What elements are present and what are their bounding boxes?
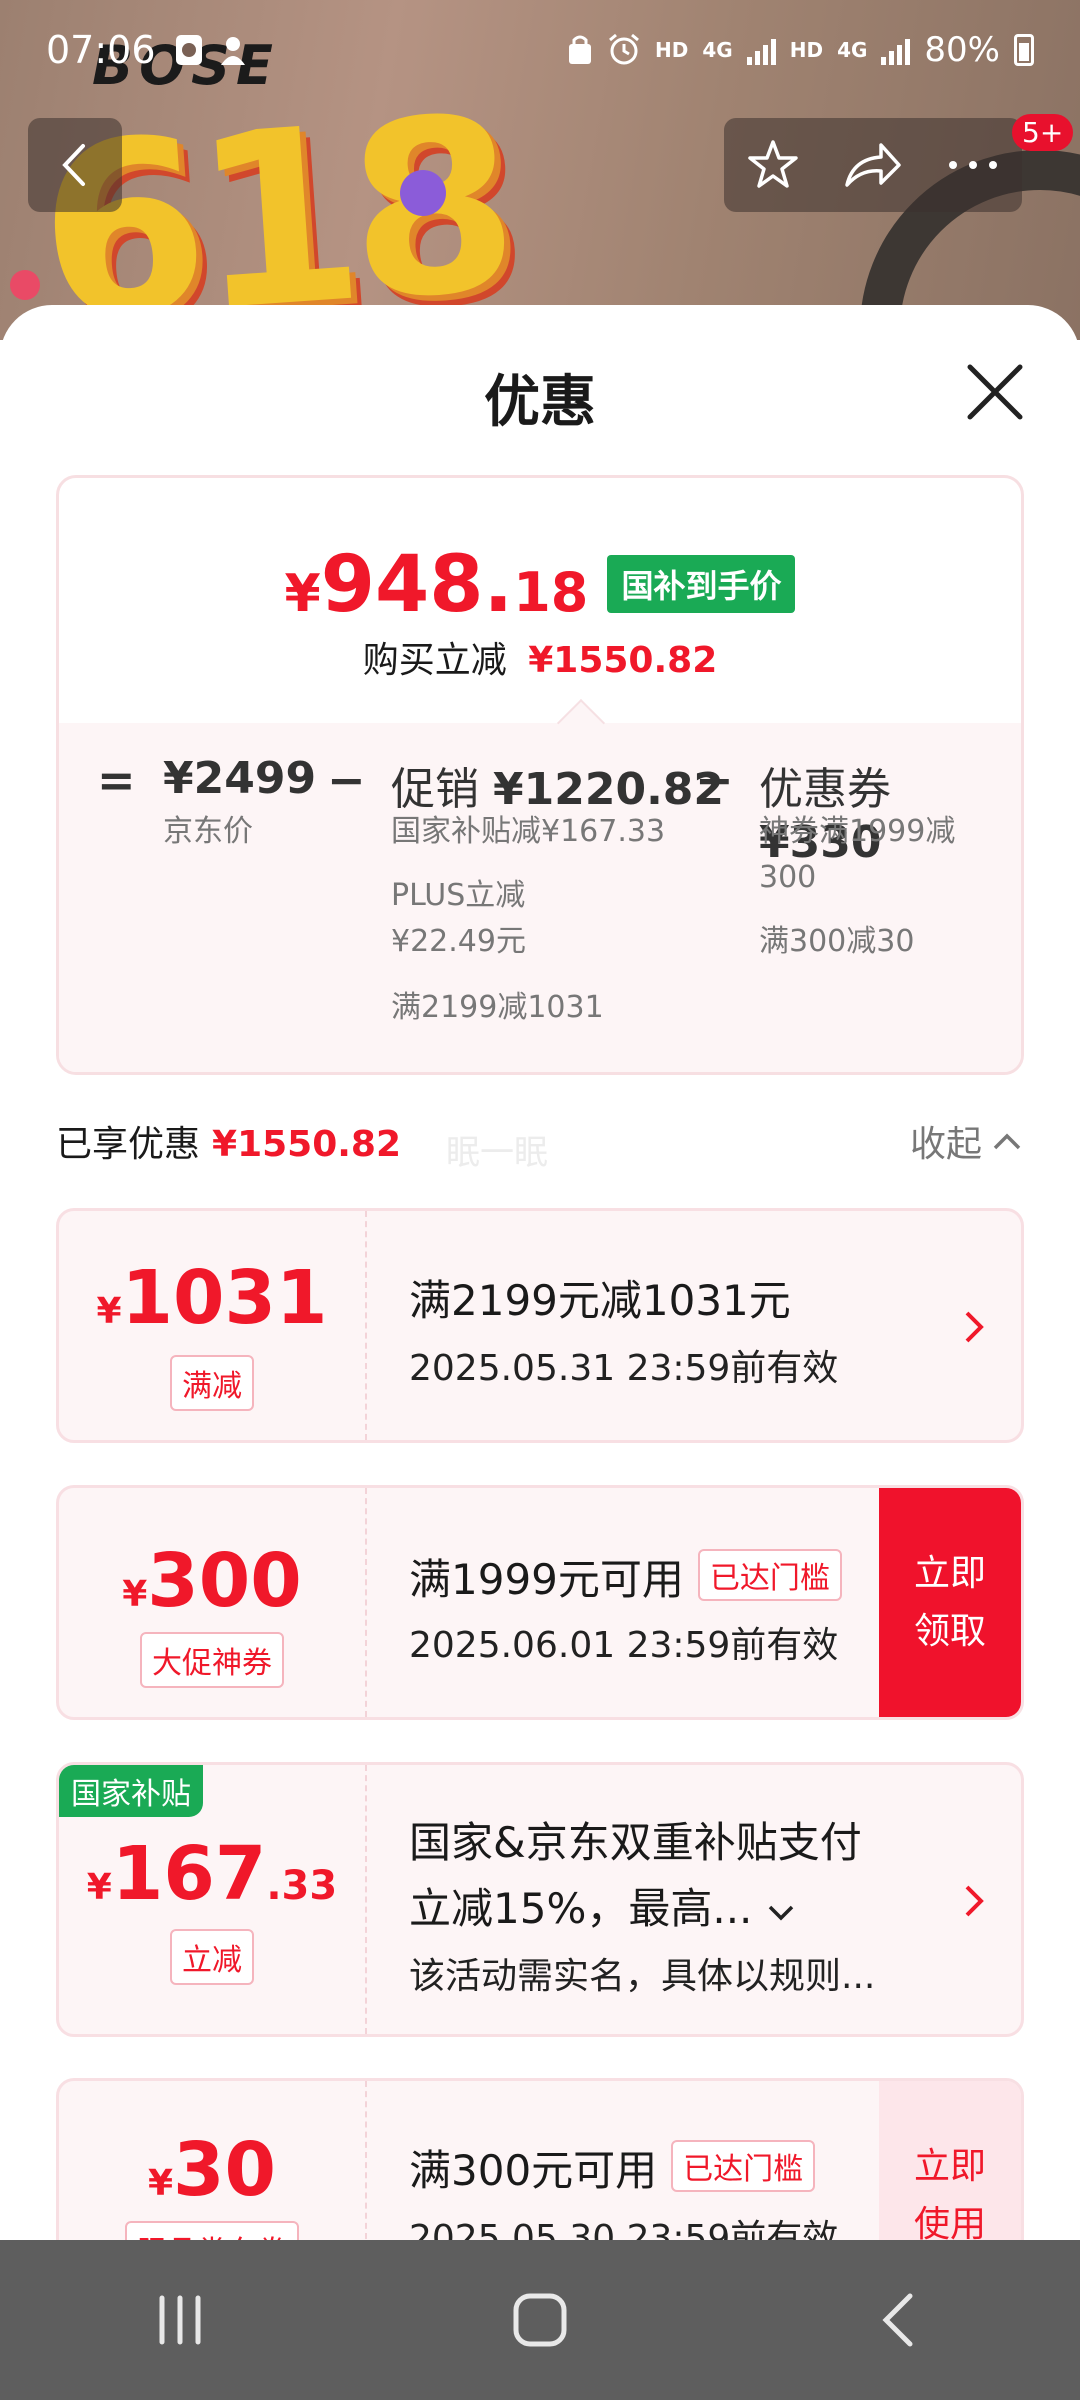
coupon-amount: ¥300 <box>122 1538 302 1624</box>
coupon-title: 满2199元减1031元 <box>409 1276 791 1325</box>
reduce-value: ¥1550.82 <box>528 640 718 681</box>
threshold-reached-tag: 已达门槛 <box>671 2140 816 2192</box>
minus-sign: − <box>695 753 734 807</box>
price-currency: ¥ <box>284 564 321 624</box>
network-type: 4G <box>837 38 868 62</box>
system-navigation-bar <box>0 2240 1080 2400</box>
promo-total: 促销 ¥1220.82 <box>391 764 725 815</box>
hd-indicator: HD <box>789 38 824 62</box>
coupon-title-line2: 立减15%，最高... <box>409 1875 796 1936</box>
chevron-down-icon[interactable] <box>766 1903 796 1923</box>
alarm-icon <box>609 33 640 65</box>
signal-icon <box>881 35 911 65</box>
coupon-amount-panel: ¥300 大促神券 <box>59 1488 367 1717</box>
watermark: 眠一眠 <box>446 1133 548 1173</box>
back-button[interactable] <box>28 118 122 212</box>
share-icon[interactable] <box>843 137 903 193</box>
coupon-title: 满300元可用 已达门槛 <box>409 2137 816 2198</box>
price-summary-card: ¥948. 18 国补到手价 购买立减 ¥1550.82 = ¥2499 京东价 … <box>56 475 1024 1075</box>
app-icon <box>220 37 245 65</box>
chevron-left-icon <box>62 144 85 186</box>
status-bar: 07:06 HD 4G HD 4G 80% <box>0 0 1080 100</box>
coupon-detail-2: 300 <box>759 860 817 895</box>
battery-level: 80% <box>924 30 1000 70</box>
coupon-card-promo: ¥300 大促神券 满1999元可用 已达门槛 2025.06.01 23:59前… <box>56 1485 1024 1720</box>
coupon-amount: ¥167.33 <box>86 1831 338 1917</box>
collapse-button[interactable]: 收起 <box>910 1115 1022 1167</box>
promo-detail-full-reduce: 满2199减1031 <box>391 990 604 1025</box>
top-action-bar <box>724 118 1022 212</box>
use-coupon-button[interactable]: 立即 使用 <box>879 2081 1021 2240</box>
claim-coupon-button[interactable]: 立即 领取 <box>879 1488 1021 1717</box>
jd-price: ¥2499 <box>163 753 317 804</box>
coupon-amount-panel: ¥30 限品类东券 <box>59 2081 367 2240</box>
cart-count-badge: 5+ <box>1012 114 1074 151</box>
coupon-type-tag: 立减 <box>59 1929 365 1985</box>
coupon-validity: 2025.06.01 23:59前有效 <box>409 1625 839 1666</box>
coupon-type-tag: 限品类东券 <box>59 2221 365 2240</box>
decor-dot <box>400 170 446 216</box>
coupon-card-category: ¥30 限品类东券 满300元可用已达门槛 2025.05.30 23:59前有… <box>56 2078 1024 2240</box>
final-price: ¥948. 18 <box>285 540 589 630</box>
chevron-right-icon <box>965 1885 984 1917</box>
equals-sign: = <box>97 753 136 807</box>
promo-detail-plus: PLUS立减 <box>391 878 526 913</box>
minus-sign: − <box>327 753 366 807</box>
coupon-type-tag: 满减 <box>59 1355 365 1411</box>
network-type: 4G <box>702 38 733 62</box>
battery-icon <box>1014 34 1034 66</box>
reduce-label: 购买立减 <box>362 640 507 681</box>
star-icon[interactable] <box>745 137 801 193</box>
coupon-card-full-reduce[interactable]: ¥1031 满减 满2199元减1031元 2025.05.31 23:59前有… <box>56 1208 1024 1443</box>
sheet-title: 优惠 <box>484 370 596 435</box>
more-icon[interactable] <box>945 155 1001 175</box>
coupon-validity: 2025.05.31 23:59前有效 <box>409 1348 839 1389</box>
price-breakdown: = ¥2499 京东价 − 促销 ¥1220.82 国家补贴减¥167.33 P… <box>59 723 1021 1072</box>
price-integer: 948. <box>320 540 514 630</box>
recent-apps-icon[interactable] <box>150 2290 210 2350</box>
coupon-detail-3: 满300减30 <box>759 924 915 959</box>
coupon-title: 国家&京东双重补贴支付 <box>409 1818 862 1867</box>
promo-detail-subsidy: 国家补贴减¥167.33 <box>391 814 666 849</box>
price-decimal: 18 <box>513 561 589 624</box>
coupon-amount: ¥30 <box>147 2127 277 2213</box>
chevron-up-icon <box>993 1133 1021 1150</box>
threshold-reached-tag: 已达门槛 <box>697 1549 842 1601</box>
notification-icon <box>175 35 202 65</box>
coupon-detail-1: 神券满1999减 <box>759 814 956 849</box>
decor-dot <box>10 270 40 300</box>
close-icon[interactable] <box>964 361 1026 423</box>
status-time: 07:06 <box>46 28 156 72</box>
back-icon[interactable] <box>870 2290 930 2350</box>
coupon-validity: 2025.05.30 23:59前有效 <box>409 2218 839 2240</box>
jd-price-label: 京东价 <box>163 814 253 849</box>
coupon-card-national-subsidy[interactable]: ¥167.33 立减 国家补贴 国家&京东双重补贴支付 立减15%，最高... … <box>56 1762 1024 2037</box>
coupon-title: 满1999元可用 已达门槛 <box>409 1546 842 1607</box>
promo-detail-plus-value: ¥22.49元 <box>391 924 526 959</box>
collapse-label: 收起 <box>910 1124 983 1165</box>
vpn-icon <box>569 35 592 64</box>
home-icon[interactable] <box>510 2290 570 2350</box>
enjoyed-value: ¥1550.82 <box>212 1124 402 1165</box>
chevron-right-icon <box>965 1311 984 1343</box>
subsidy-price-tag: 国补到手价 <box>607 555 796 613</box>
hd-indicator: HD <box>655 38 689 62</box>
coupon-rule-note: 该活动需实名，具体以规则... <box>409 1956 876 1997</box>
enjoyed-label: 已享优惠 <box>56 1124 201 1165</box>
enjoyed-discount: 已享优惠 ¥1550.82 <box>56 1115 401 1167</box>
signal-icon <box>746 35 776 65</box>
discount-sheet: 优惠 ¥948. 18 国补到手价 购买立减 ¥1550.82 = ¥2499 京… <box>0 305 1080 2240</box>
coupon-amount-panel: ¥1031 满减 <box>59 1211 367 1440</box>
coupon-amount: ¥1031 <box>96 1255 328 1341</box>
coupon-type-tag: 大促神券 <box>59 1632 365 1688</box>
national-subsidy-flag: 国家补贴 <box>59 1765 203 1817</box>
